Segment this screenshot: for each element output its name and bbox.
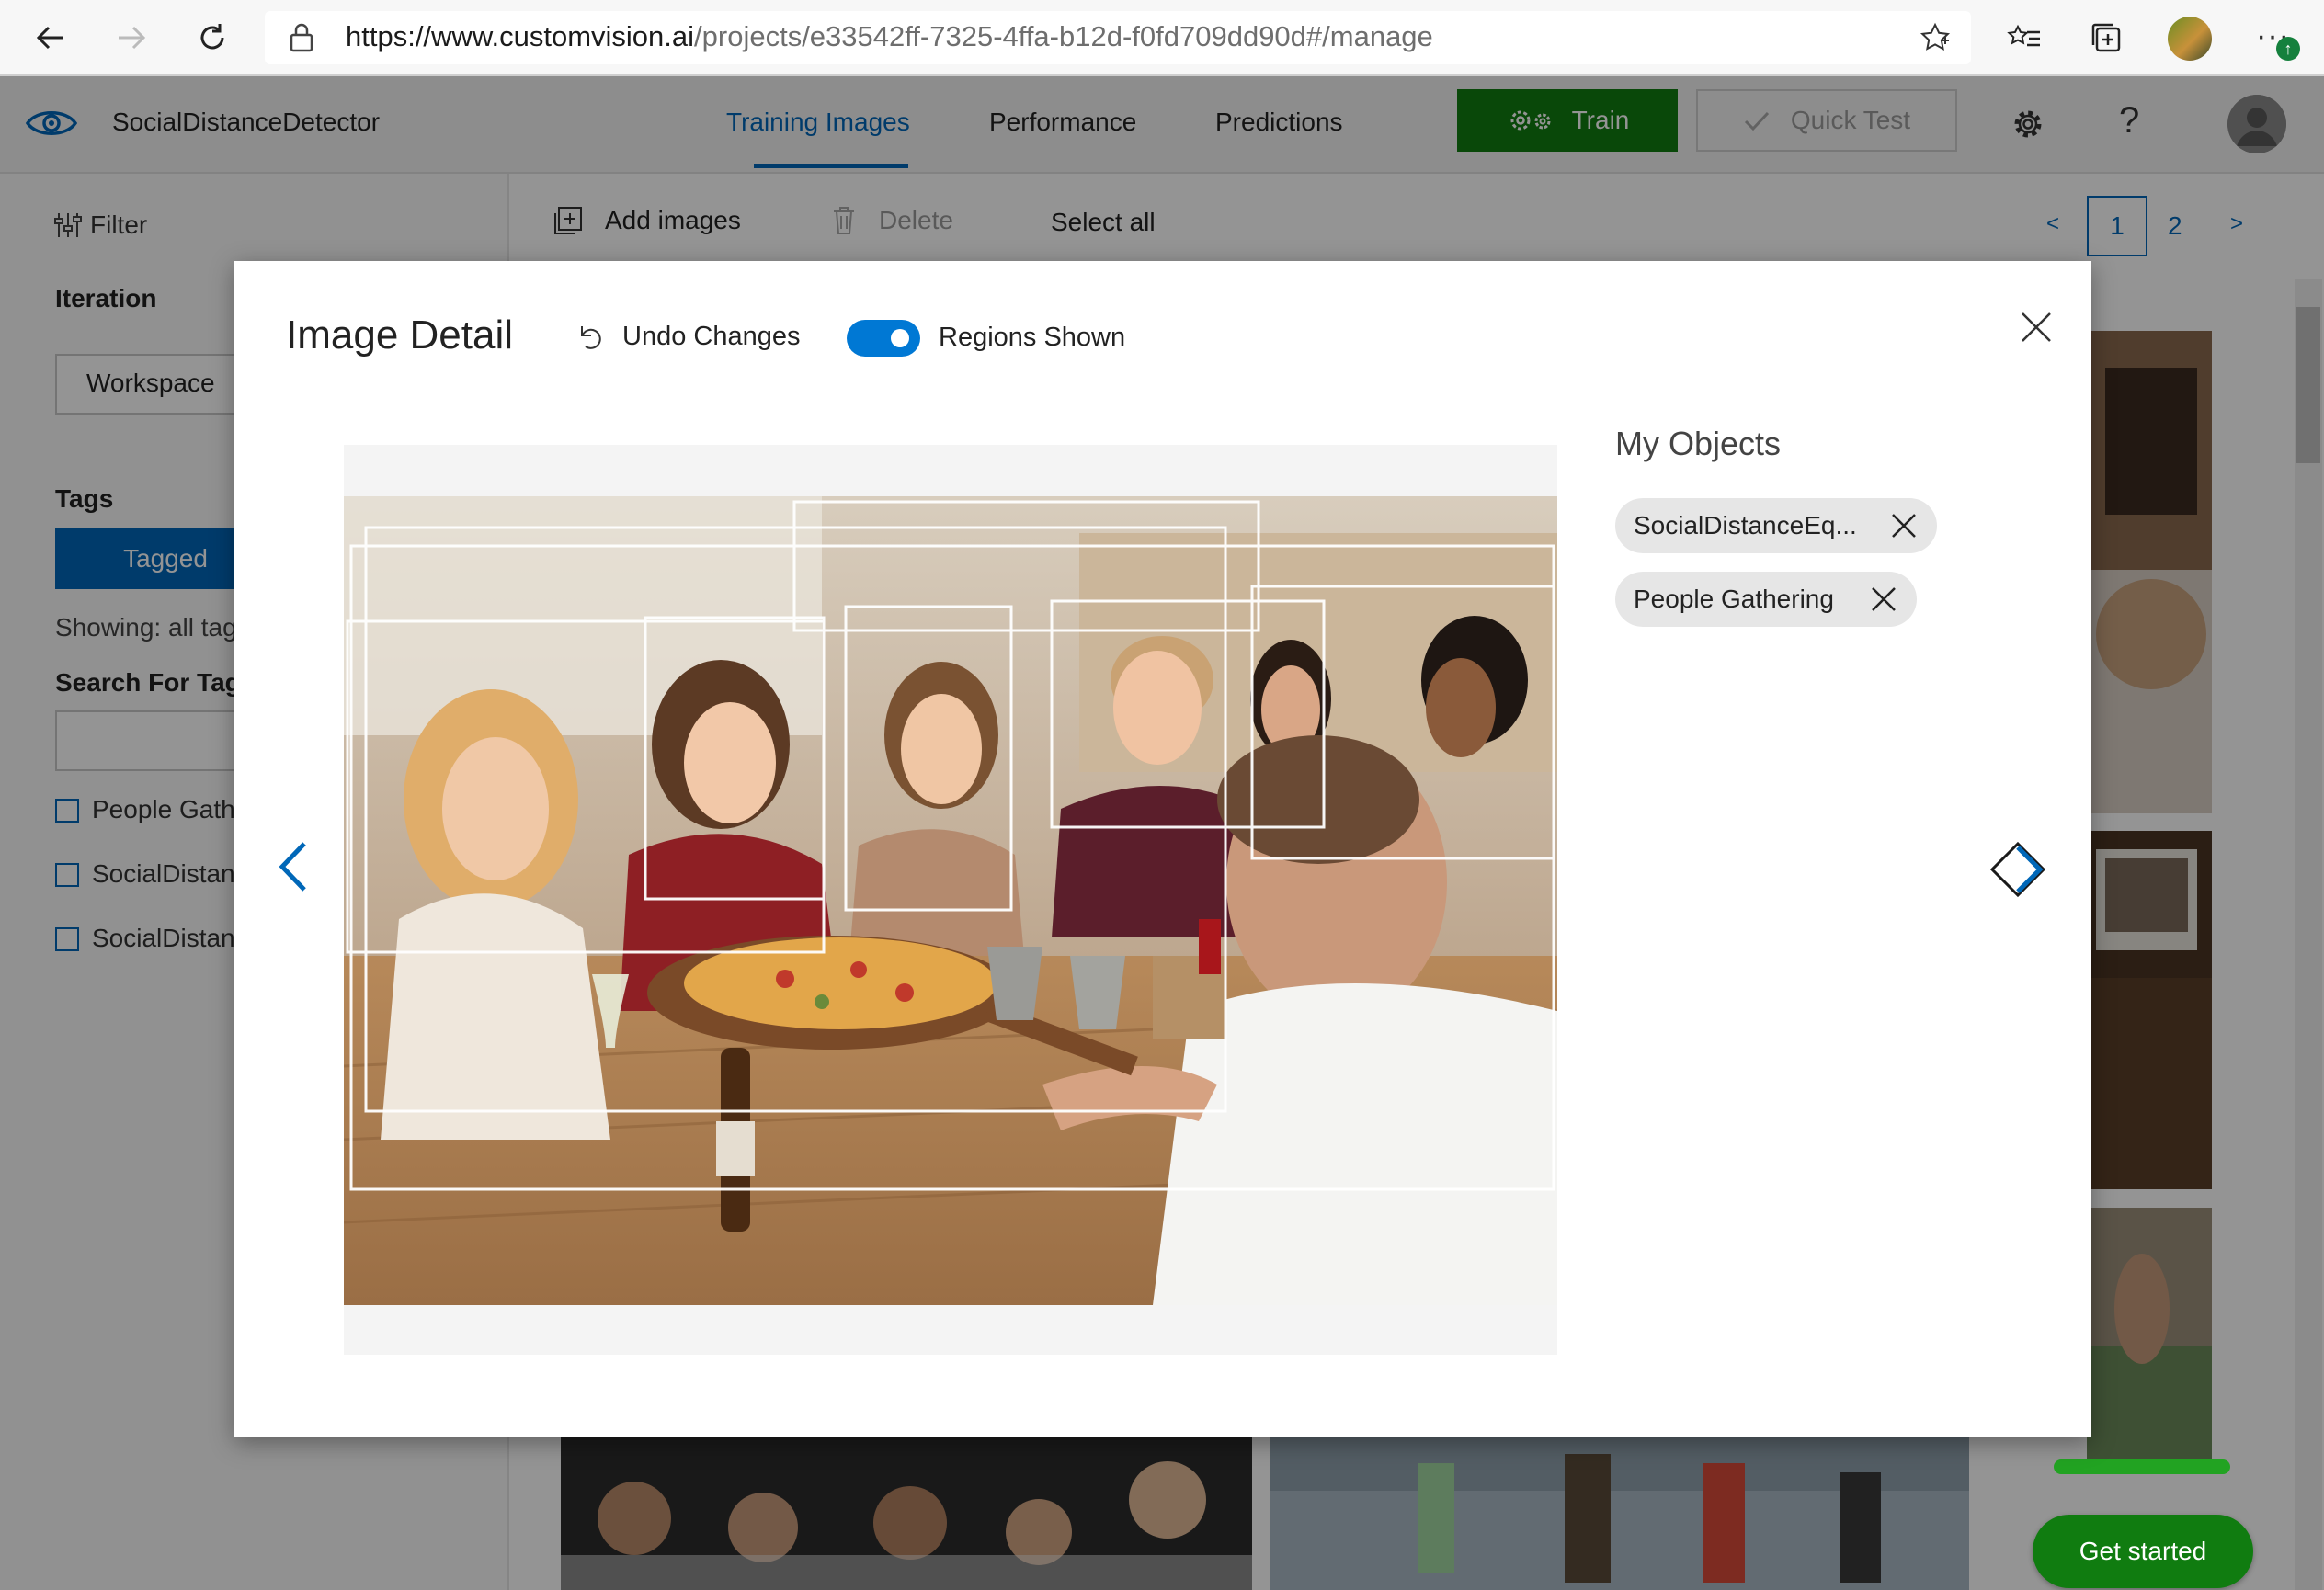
close-icon[interactable] (1891, 513, 1917, 539)
object-tag-label: SocialDistanceEq... (1634, 511, 1857, 539)
chevron-right-icon[interactable] (1988, 840, 2047, 899)
dialog-title: Image Detail (286, 312, 514, 358)
forward-icon[interactable] (107, 13, 156, 62)
lock-icon (289, 22, 314, 53)
profile-avatar[interactable] (2168, 17, 2212, 61)
get-started-label: Get started (2079, 1537, 2207, 1565)
regions-shown-toggle[interactable] (847, 320, 920, 357)
image-detail-dialog: Image Detail Undo Changes Regions Shown (234, 261, 2091, 1437)
undo-icon (575, 323, 602, 352)
image-canvas[interactable] (344, 445, 1557, 1355)
get-started-progress (2054, 1459, 2230, 1474)
object-tag-chip[interactable]: People Gathering (1615, 572, 1917, 627)
url-path: /projects/e33542ff-7325-4ffa-b12d-f0fd70… (694, 20, 1433, 52)
address-bar[interactable]: https://www.customvision.ai/projects/e33… (265, 11, 1971, 64)
object-tag-label: People Gathering (1634, 585, 1834, 613)
close-icon[interactable] (1871, 586, 1897, 612)
star-icon[interactable] (1920, 22, 1951, 53)
browser-toolbar: https://www.customvision.ai/projects/e33… (0, 0, 2324, 76)
training-photo[interactable] (344, 496, 1557, 1305)
favorites-icon[interactable] (2000, 13, 2050, 62)
object-tag-chip[interactable]: SocialDistanceEq... (1615, 498, 1937, 553)
chevron-left-icon[interactable] (277, 840, 310, 893)
update-icon: ↑ (2276, 37, 2300, 61)
close-icon[interactable] (2020, 311, 2053, 344)
url-host: https://www.customvision.ai (346, 20, 695, 52)
regions-shown-label: Regions Shown (939, 323, 1126, 352)
my-objects-heading: My Objects (1615, 425, 1782, 462)
refresh-icon[interactable] (188, 13, 237, 62)
get-started-button[interactable]: Get started (2033, 1515, 2253, 1588)
back-icon[interactable] (26, 13, 75, 62)
url-text: https://www.customvision.ai/projects/e33… (346, 20, 1433, 53)
collections-icon[interactable] (2081, 13, 2131, 62)
undo-changes-button[interactable]: Undo Changes (575, 322, 800, 352)
undo-label: Undo Changes (622, 322, 801, 351)
toggle-knob (891, 329, 909, 347)
